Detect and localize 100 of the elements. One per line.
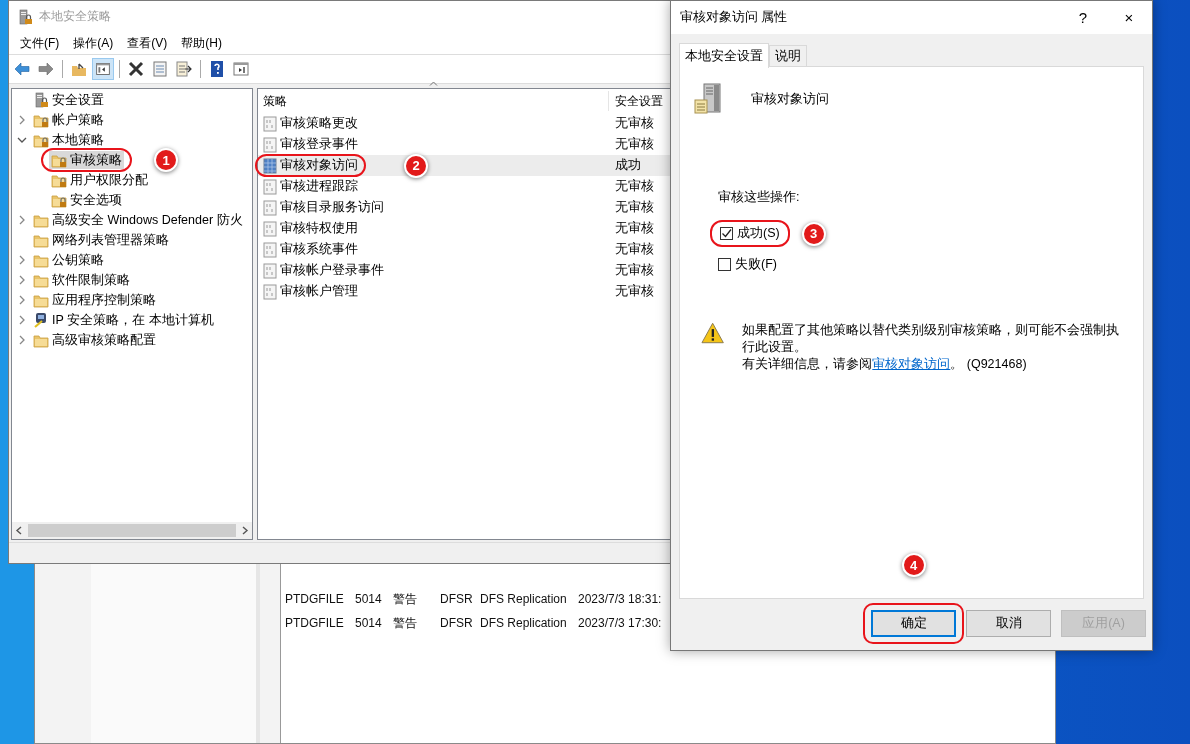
checkbox[interactable]: 成功(S) [720,225,780,242]
panel-icon[interactable] [96,63,110,75]
table-cell-text: 5014 [355,616,383,630]
chevron-down-icon[interactable] [16,135,28,145]
policy-row[interactable]: 审核系统事件 无审核 [258,239,704,260]
tree-item[interactable]: 网络列表管理器策略 [31,231,171,249]
policy-row[interactable]: 审核目录服务访问 无审核 [258,197,704,218]
table-cell-text: DFSR [440,616,474,630]
policy-name: 审核对象访问 [751,91,829,108]
table-cell-text: 2023/7/3 18:31: [578,592,663,606]
policy-icon [263,157,277,174]
policy-setting: 无审核 [614,220,654,237]
folder-icon [33,332,49,348]
tree-item[interactable]: 公钥策略 [31,251,106,269]
policy-setting: 无审核 [614,283,654,300]
tree-item[interactable]: 安全设置 [31,91,106,109]
policy-name[interactable]: 审核系统事件 [263,241,358,258]
policy-name[interactable]: 审核进程跟踪 [263,178,358,195]
policy-name[interactable]: 审核特权使用 [263,220,358,237]
menu-item[interactable]: 操作(A) [66,34,121,52]
export-list-icon[interactable] [176,61,192,77]
policy-row[interactable]: 审核策略更改 无审核 [258,113,704,134]
panel-icon[interactable] [233,62,249,76]
tree-item[interactable]: 应用程序控制策略 [31,291,158,309]
policy-row[interactable]: 审核帐户管理 无审核 [258,281,704,302]
tab[interactable]: 本地安全设置 [679,43,769,68]
folder-icon [33,212,49,228]
policy-name[interactable]: 审核帐户登录事件 [263,262,384,279]
table-cell-text: PTDGFILE [285,616,345,630]
folder-up-icon[interactable] [72,63,86,76]
checkbox[interactable]: 失败(F) [718,256,777,273]
scroll-left-icon[interactable] [15,526,22,535]
back-arrow-icon[interactable] [14,62,30,76]
forward-arrow-icon[interactable] [38,62,54,76]
policy-icon [263,262,277,279]
table-cell-text: 警告 [393,614,418,632]
policy-row[interactable]: 审核帐户登录事件 无审核 [258,260,704,281]
tree-item[interactable]: IP 安全策略，在 本地计算机 [31,311,216,329]
section-label: 审核这些操作: [718,189,801,206]
close-button[interactable]: × [1106,1,1152,34]
policy-row[interactable]: 审核登录事件 无审核 [258,134,704,155]
scroll-right-icon[interactable] [242,526,249,535]
policy-row[interactable]: 审核特权使用 无审核 [258,218,704,239]
callout-badge: 2 [404,153,428,178]
locked-folder-icon [51,192,67,208]
tree-item[interactable]: 高级安全 Windows Defender 防火 [31,211,245,229]
tree-item[interactable]: 帐户策略 [31,111,106,129]
tab[interactable]: 说明 [769,45,807,67]
policy-icon [263,136,277,153]
policy-name[interactable]: 审核帐户管理 [263,283,358,300]
table-cell-text: DFS Replication [480,616,568,630]
policy-icon [263,220,277,237]
policy-setting: 成功 [614,157,641,174]
policy-setting: 无审核 [614,136,654,153]
tree-item[interactable]: 本地策略 [31,131,106,149]
table-cell-text: 5014 [355,592,383,606]
server-lock-icon [17,8,33,25]
table-cell-text: 2023/7/3 17:30: [578,616,663,630]
folder-icon [33,232,49,248]
help-icon[interactable] [211,61,223,77]
server-lock-icon [33,92,49,108]
tree-item[interactable]: 高级审核策略配置 [31,331,158,349]
menu-item[interactable]: 文件(F) [13,34,67,52]
locked-folder-icon [51,152,67,168]
warning-icon [701,322,725,344]
help-link[interactable]: 审核对象访问 [872,357,951,371]
tree-item[interactable]: 软件限制策略 [31,271,132,289]
table-cell-text: PTDGFILE [285,592,345,606]
policy-name[interactable]: 审核登录事件 [263,136,358,153]
policy-name[interactable]: 审核对象访问 [263,157,358,174]
menu-item[interactable]: 查看(V) [120,34,175,52]
callout-badge: 1 [154,148,178,172]
help-button[interactable]: ? [1060,1,1106,34]
menu-item[interactable]: 帮助(H) [174,34,229,52]
checkmark-icon [721,228,732,239]
tree-item[interactable]: 安全选项 [49,191,124,209]
folder-icon [33,252,49,268]
policy-icon [263,199,277,216]
dialog-title: 审核对象访问 属性 [680,9,789,26]
locked-folder-icon [51,172,67,188]
locked-folder-icon [33,132,49,148]
policy-name[interactable]: 审核目录服务访问 [263,199,384,216]
column-header[interactable]: 策略 [263,93,287,108]
column-header[interactable]: 安全设置 [608,91,663,111]
delete-icon[interactable] [128,61,144,77]
policy-name[interactable]: 审核策略更改 [263,115,358,132]
policy-icon [263,115,277,132]
computer-key-icon [33,312,49,328]
policy-setting: 无审核 [614,178,654,195]
policy-setting: 无审核 [614,241,654,258]
tree-item[interactable]: 审核策略 [49,151,124,169]
horizontal-scrollbar[interactable] [12,522,252,539]
callout-badge: 3 [801,221,826,246]
tree-item[interactable]: 用户权限分配 [49,171,150,189]
warning-text: 如果配置了其他策略以替代类别级别审核策略，则可能不会强制执行此设置。 有关详细信息，请参阅审核对象访问。 (Q921468) [742,322,1121,373]
dialog-button[interactable]: 取消 [966,610,1051,637]
policy-setting: 无审核 [614,115,654,132]
dialog-button[interactable]: 确定 [871,610,956,637]
table-cell-text: DFS Replication [480,592,568,606]
policy-row[interactable]: 审核进程跟踪 无审核 [258,176,704,197]
